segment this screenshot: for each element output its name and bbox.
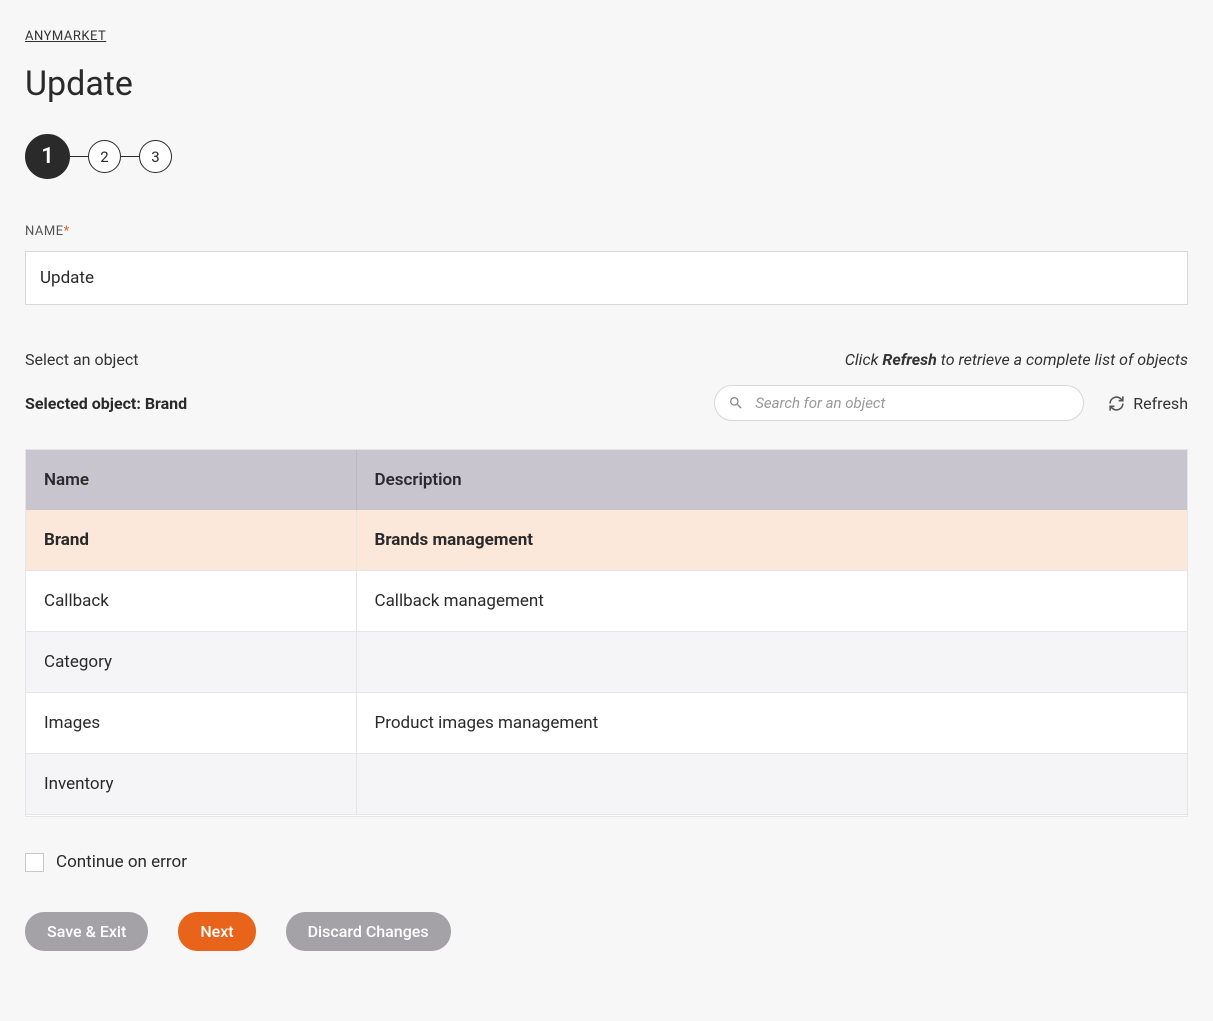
table-cell-description: Brands management: [356, 510, 1187, 571]
continue-on-error-label: Continue on error: [56, 852, 187, 872]
search-icon: [728, 395, 744, 411]
step-connector: [121, 156, 139, 158]
breadcrumb-anymarket[interactable]: ANYMARKET: [25, 29, 106, 44]
table-header-name: Name: [26, 450, 356, 510]
refresh-hint: Click Refresh to retrieve a complete lis…: [845, 350, 1188, 369]
refresh-button[interactable]: Refresh: [1108, 394, 1188, 413]
name-field-label: NAME*: [25, 224, 1188, 239]
refresh-icon: [1108, 395, 1125, 412]
table-cell-description: [356, 632, 1187, 693]
step-2[interactable]: 2: [88, 140, 121, 173]
object-table-container[interactable]: Name Description BrandBrands managementC…: [25, 449, 1188, 817]
step-1[interactable]: 1: [25, 134, 70, 179]
table-header-description: Description: [356, 450, 1187, 510]
table-row[interactable]: Inventory: [26, 754, 1187, 815]
discard-changes-button[interactable]: Discard Changes: [286, 912, 451, 951]
table-cell-description: [356, 754, 1187, 815]
page-title: Update: [25, 64, 1188, 104]
select-object-label: Select an object: [25, 350, 138, 369]
table-cell-name: Brand: [26, 510, 356, 571]
search-input[interactable]: [714, 385, 1084, 421]
continue-on-error-checkbox[interactable]: [25, 853, 44, 872]
next-button[interactable]: Next: [178, 912, 255, 951]
selected-object-label: Selected object: Brand: [25, 394, 187, 413]
progress-stepper: 1 2 3: [25, 134, 1188, 179]
step-connector: [70, 156, 88, 158]
table-row[interactable]: BrandBrands management: [26, 510, 1187, 571]
table-row[interactable]: CallbackCallback management: [26, 571, 1187, 632]
object-table: Name Description BrandBrands managementC…: [26, 450, 1187, 815]
table-cell-name: Category: [26, 632, 356, 693]
step-3[interactable]: 3: [139, 140, 172, 173]
table-cell-description: Product images management: [356, 693, 1187, 754]
table-cell-name: Inventory: [26, 754, 356, 815]
table-row[interactable]: ImagesProduct images management: [26, 693, 1187, 754]
table-cell-description: Callback management: [356, 571, 1187, 632]
table-cell-name: Callback: [26, 571, 356, 632]
name-input[interactable]: [25, 251, 1188, 305]
table-cell-name: Images: [26, 693, 356, 754]
save-exit-button[interactable]: Save & Exit: [25, 912, 148, 951]
table-row[interactable]: Category: [26, 632, 1187, 693]
required-indicator: *: [64, 224, 70, 239]
